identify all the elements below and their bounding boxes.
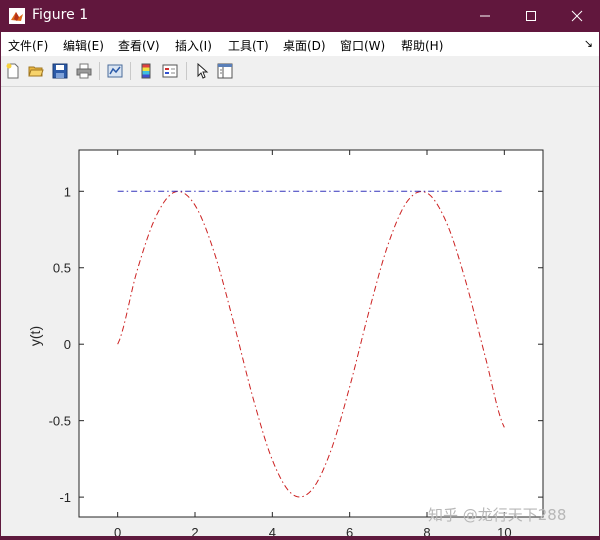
pointer-icon: [197, 63, 209, 79]
line-chart[interactable]: 0246810 10.50-0.5-1 t y(t): [1, 87, 599, 540]
x-tick-label: 2: [191, 525, 198, 536]
y-tick-label: -1: [59, 490, 71, 505]
open-file-button[interactable]: [26, 61, 46, 81]
figure-canvas[interactable]: 0246810 10.50-0.5-1 t y(t): [1, 87, 599, 540]
axes-background: [78, 149, 544, 518]
y-tick-label: 0: [64, 337, 71, 352]
maximize-icon: [526, 11, 536, 21]
title-bar: Figure 1: [0, 0, 600, 32]
menu-view[interactable]: 查看(V): [118, 37, 160, 54]
toolbar: [1, 56, 599, 87]
colorbar-button[interactable]: [136, 61, 156, 81]
menu-desktop[interactable]: 桌面(D): [283, 37, 326, 54]
window-title: Figure 1: [32, 7, 89, 23]
x-tick-label: 10: [497, 525, 511, 536]
watermark: 知乎 @龙行天下288: [428, 506, 567, 524]
x-tick-label: 0: [114, 525, 121, 536]
menu-edit[interactable]: 编辑(E): [63, 37, 104, 54]
close-button[interactable]: [554, 0, 600, 32]
property-editor-button[interactable]: [215, 61, 235, 81]
save-icon: [52, 63, 68, 79]
new-figure-icon: [6, 63, 19, 79]
save-button[interactable]: [50, 61, 70, 81]
pointer-button[interactable]: [192, 61, 212, 81]
print-button[interactable]: [74, 61, 94, 81]
print-icon: [76, 63, 92, 79]
y-tick-label: 1: [64, 184, 71, 199]
menu-tools[interactable]: 工具(T): [228, 37, 269, 54]
property-editor-icon: [217, 63, 233, 79]
minimize-button[interactable]: [462, 0, 508, 32]
y-axis-label: y(t): [27, 326, 43, 346]
menu-help[interactable]: 帮助(H): [401, 37, 443, 54]
toolbar-separator: [186, 62, 187, 80]
close-icon: [571, 10, 583, 22]
toolbar-separator: [130, 62, 131, 80]
x-tick-label: 4: [269, 525, 276, 536]
minimize-icon: [480, 15, 490, 17]
x-tick-label: 6: [346, 525, 353, 536]
x-tick-label: 8: [423, 525, 430, 536]
new-figure-button[interactable]: [3, 61, 23, 81]
maximize-button[interactable]: [508, 0, 554, 32]
menu-insert[interactable]: 插入(I): [175, 37, 212, 54]
link-plot-button[interactable]: [105, 61, 125, 81]
legend-icon: [162, 64, 178, 78]
colorbar-icon: [141, 63, 151, 79]
menu-bar: 文件(F) 编辑(E) 查看(V) 插入(I) 工具(T) 桌面(D) 窗口(W…: [1, 32, 599, 56]
menu-file[interactable]: 文件(F): [8, 37, 48, 54]
legend-button[interactable]: [160, 61, 180, 81]
y-tick-label: -0.5: [49, 414, 71, 429]
open-file-icon: [28, 66, 44, 77]
y-tick-label: 0.5: [53, 261, 71, 276]
menu-window[interactable]: 窗口(W): [340, 37, 385, 54]
dock-arrow-icon[interactable]: ↘: [584, 37, 593, 50]
matlab-logo-icon: [9, 8, 25, 24]
toolbar-separator: [99, 62, 100, 80]
window-client: 文件(F) 编辑(E) 查看(V) 插入(I) 工具(T) 桌面(D) 窗口(W…: [1, 32, 599, 540]
link-plot-icon: [107, 64, 123, 78]
